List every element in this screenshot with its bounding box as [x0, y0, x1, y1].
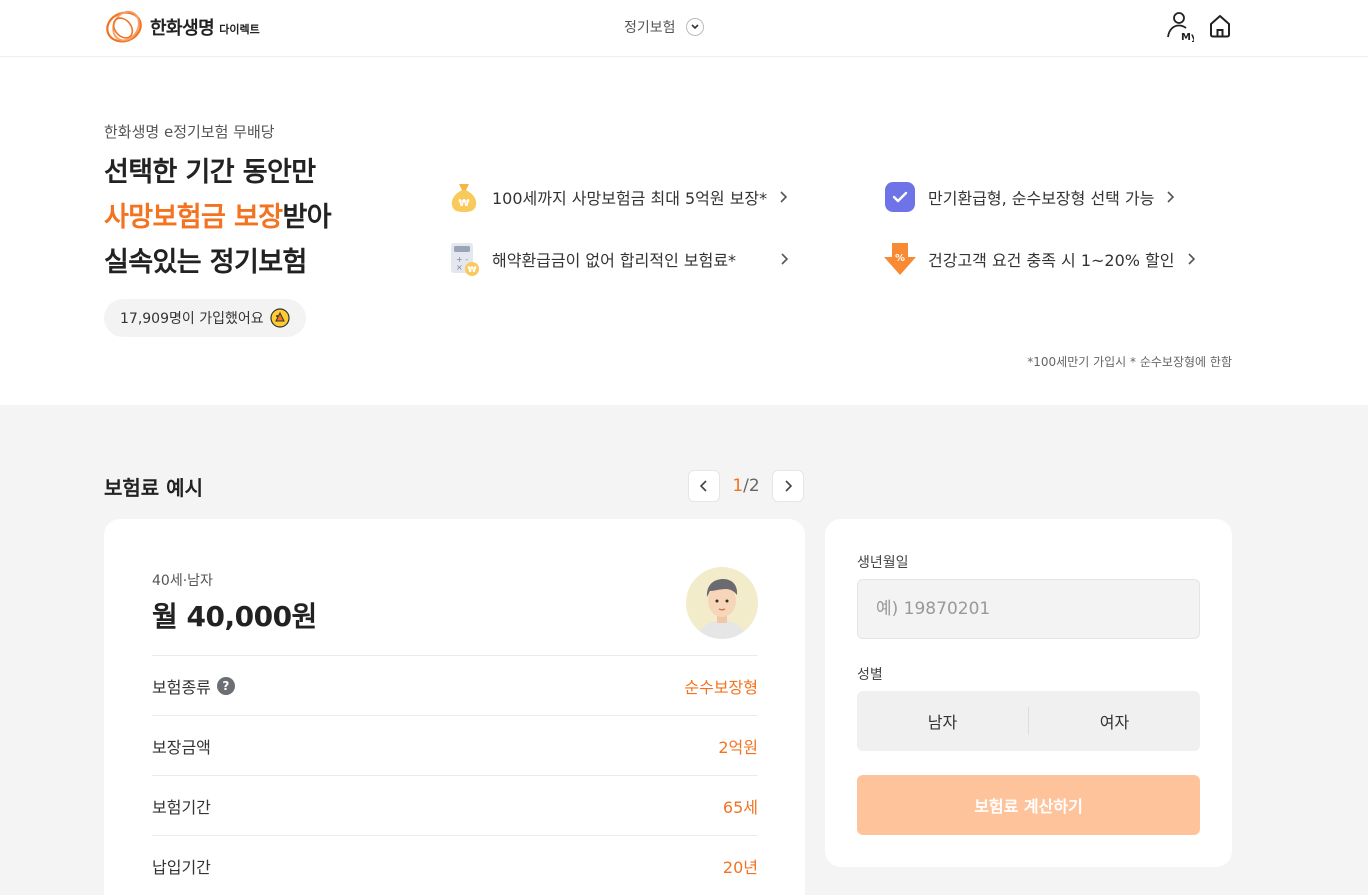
svg-text:%: % — [895, 253, 905, 264]
svg-text:My: My — [1181, 32, 1194, 42]
row-coverage-amount: 보장금액 2억원 — [152, 715, 758, 775]
hero-title-line3: 실속있는 정기보험 — [104, 247, 307, 278]
benefit-text: 건강고객 요건 충족 시 1~20% 할인 — [928, 251, 1175, 270]
row-label-text: 보험기간 — [152, 797, 211, 817]
benefit-text: 만기환급형, 순수보장형 선택 가능 — [928, 189, 1155, 208]
benefit-item-plan-type[interactable]: 만기환급형, 순수보장형 선택 가능 — [883, 179, 1176, 215]
example-pager: 1/2 — [688, 470, 804, 502]
hero-title: 선택한 기간 동안만 사망보험금 보장받아 실속있는 정기보험 — [104, 150, 332, 285]
hero-title-accent: 사망보험금 보장 — [104, 202, 283, 233]
calculate-premium-button[interactable]: 보험료 계산하기 — [857, 775, 1200, 835]
row-label-text: 보험종류 — [152, 677, 211, 697]
party-emoji-icon — [270, 308, 290, 328]
gender-toggle: 남자 여자 — [857, 691, 1200, 751]
join-count-text: 17,909명이 가입했어요 — [120, 311, 264, 327]
chevron-down-icon — [685, 18, 704, 36]
top-header: 한화생명 다이렉트 정기보험 My — [0, 0, 1368, 57]
male-avatar-icon — [698, 579, 746, 639]
home-icon — [1210, 15, 1230, 38]
gender-label: 성별 — [857, 667, 883, 683]
birthdate-label: 생년월일 — [857, 555, 909, 571]
row-label-text: 보장금액 — [152, 737, 211, 757]
my-page-button[interactable]: My — [1164, 10, 1198, 43]
benefit-item-death-benefit[interactable]: ₩ 100세까지 사망보험금 최대 5억원 보장* — [447, 179, 789, 215]
chevron-right-icon — [785, 480, 793, 492]
help-icon[interactable]: ? — [216, 676, 235, 695]
row-plan-type: 보험종류 ? 순수보장형 — [152, 655, 758, 715]
hanwha-life-logo[interactable]: 한화생명 다이렉트 — [104, 7, 260, 47]
page-indicator: 1/2 — [720, 476, 772, 496]
chevron-left-icon — [699, 480, 707, 492]
premium-example-card: 40세·남자 월 40,000원 보험종류 ? 순수보장형 보장금액 2억원 보… — [104, 519, 805, 895]
hanwha-logo-icon — [104, 7, 146, 47]
svg-text:₩: ₩ — [468, 265, 477, 274]
benefit-item-health-discount[interactable]: % 건강고객 요건 충족 시 1~20% 할인 — [883, 241, 1197, 277]
example-price: 월 40,000원 — [152, 600, 317, 633]
money-bag-icon: ₩ — [447, 180, 481, 214]
product-select[interactable]: 정기보험 — [624, 14, 704, 40]
chevron-right-icon — [781, 253, 789, 265]
benefit-text: 해약환급금이 없어 합리적인 보험료* — [492, 251, 737, 270]
chevron-right-icon — [1187, 253, 1195, 265]
footnote: *100세만기 가입시 * 순수보장형에 한함 — [1027, 355, 1232, 369]
page-current: 1 — [732, 476, 744, 496]
join-count-badge: 17,909명이 가입했어요 — [104, 299, 306, 337]
prev-page-button[interactable] — [688, 470, 720, 502]
example-profile: 40세·남자 — [152, 573, 213, 589]
hero-title-line2-rest: 받아 — [282, 202, 331, 233]
hero-title-line1: 선택한 기간 동안만 — [104, 157, 316, 188]
discount-arrow-icon: % — [883, 242, 917, 276]
product-select-label: 정기보험 — [624, 20, 676, 36]
row-value: 20년 — [722, 857, 758, 877]
benefit-text: 100세까지 사망보험금 최대 5억원 보장* — [492, 189, 768, 208]
row-insurance-period: 보험기간 65세 — [152, 775, 758, 835]
logo-main-text: 한화생명 — [150, 18, 215, 39]
page-total: /2 — [743, 476, 760, 496]
hero-title-line2: 사망보험금 보장받아 — [104, 195, 332, 240]
row-label: 보험종류 ? — [152, 674, 235, 698]
row-payment-period: 납입기간 20년 — [152, 835, 758, 895]
benefit-item-no-surrender[interactable]: + - × = ₩ 해약환급금이 없어 합리적인 보험료* — [447, 241, 790, 277]
birthdate-input[interactable] — [857, 579, 1200, 639]
premium-calc-form: 생년월일 성별 남자 여자 보험료 계산하기 — [825, 519, 1232, 867]
user-icon: My — [1167, 12, 1198, 43]
calculator-icon: + - × = ₩ — [447, 242, 481, 276]
logo-sub-text: 다이렉트 — [219, 23, 260, 36]
row-value: 65세 — [722, 797, 758, 817]
row-value: 순수보장형 — [684, 677, 758, 697]
gender-female-button[interactable]: 여자 — [1029, 691, 1200, 751]
home-button[interactable] — [1206, 12, 1234, 40]
row-value: 2억원 — [718, 737, 758, 757]
svg-text:₩: ₩ — [458, 198, 469, 209]
avatar — [686, 567, 758, 639]
check-badge-icon — [883, 180, 917, 214]
next-page-button[interactable] — [772, 470, 804, 502]
gender-male-button[interactable]: 남자 — [857, 691, 1028, 751]
chevron-right-icon — [780, 191, 788, 203]
chevron-right-icon — [1167, 191, 1175, 203]
hero-subtitle: 한화생명 e정기보험 무배당 — [104, 123, 275, 141]
row-label-text: 납입기간 — [152, 857, 211, 877]
section-title: 보험료 예시 — [104, 476, 203, 500]
